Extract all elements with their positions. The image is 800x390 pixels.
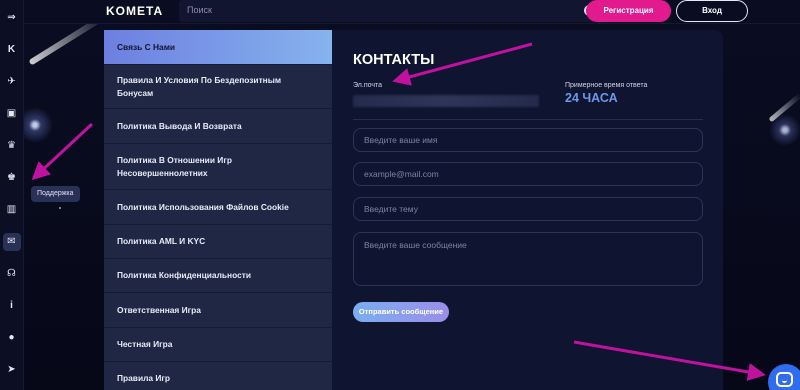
crown-icon[interactable]: ♛ (3, 137, 21, 155)
chat-bubble-icon (776, 372, 793, 387)
headset-icon[interactable]: ☊ (3, 265, 21, 283)
cards-icon[interactable]: ▣ (3, 105, 21, 123)
menu-item-label: Политика В Отношении Игр Несовершеннолет… (117, 154, 232, 178)
page-title: КОНТАКТЫ (353, 52, 435, 68)
language-flag-icon[interactable]: ● (3, 329, 21, 347)
menu-item-label: Политика AML И KYC (117, 236, 206, 246)
contacts-panel: КОНТАКТЫ Эл.почта Примерное время ответа… (332, 30, 723, 390)
rocket-icon[interactable]: ✈ (3, 73, 21, 91)
menu-item[interactable]: Политика AML И KYC (104, 225, 332, 259)
response-time-label: Примерное время ответа (565, 82, 648, 89)
menu-item[interactable]: Политика В Отношении Игр Несовершеннолет… (104, 144, 332, 190)
telegram-icon[interactable]: ➤ (3, 361, 21, 379)
menu-item[interactable]: Политика Вывода И Возврата (104, 109, 332, 144)
menu-item-label: Правила И Условия По Бездепозитным Бонус… (117, 74, 282, 98)
menu-item-label: Связь С Нами (117, 41, 176, 52)
support-icon[interactable]: ✉ (2, 233, 21, 251)
subject-field[interactable] (353, 197, 703, 221)
name-field[interactable] (353, 128, 703, 152)
tournament-icon[interactable]: ▥ (3, 201, 21, 219)
register-button[interactable]: Регистрация (586, 0, 671, 22)
menu-item[interactable]: Правила Игр (104, 362, 332, 390)
menu-item-label: Правила Игр (117, 373, 171, 383)
search-bar[interactable]: Поиск (179, 0, 603, 22)
message-field[interactable] (353, 232, 703, 286)
response-time-value: 24 ЧАСА (565, 91, 618, 105)
kometa-logo[interactable]: KOMETA (106, 4, 163, 18)
email-field[interactable] (353, 162, 703, 186)
login-button[interactable]: Вход (676, 0, 748, 22)
left-sidebar: ⇒ K ✈ ▣ ♛ ♚ ▥ ✉ ☊ i ● ➤ (0, 0, 24, 390)
menu-item-label: Политика Использования Файлов Cookie (117, 201, 289, 212)
k-logo-icon[interactable]: K (3, 41, 21, 59)
menu-item[interactable]: Ответственная Игра (104, 293, 332, 328)
menu-item-label: Политика Вывода И Возврата (117, 120, 242, 131)
trophy-icon[interactable]: ♚ (3, 169, 21, 187)
tooltip-dot (59, 207, 61, 209)
divider (353, 119, 703, 120)
live-chat-button[interactable] (768, 364, 800, 390)
menu-item-label: Честная Игра (117, 339, 173, 349)
info-menu: Связь С Нами Правила И Условия По Бездепо… (104, 30, 332, 390)
menu-item[interactable]: Правила И Условия По Бездепозитным Бонус… (104, 65, 332, 109)
menu-item[interactable]: Политика Использования Файлов Cookie (104, 190, 332, 225)
menu-item[interactable]: Честная Игра (104, 328, 332, 362)
email-label: Эл.почта (353, 82, 383, 89)
menu-item[interactable]: Политика Конфиденциальности (104, 259, 332, 293)
menu-item-label: Ответственная Игра (117, 304, 201, 315)
info-icon[interactable]: i (3, 297, 21, 315)
menu-item[interactable]: Связь С Нами (104, 30, 332, 65)
support-tooltip: Поддержка (31, 186, 80, 202)
expand-arrow-icon[interactable]: ⇒ (3, 9, 21, 27)
search-input[interactable]: Поиск (187, 5, 212, 15)
top-header: KOMETA Поиск Регистрация Вход (24, 0, 800, 24)
email-value-blurred (353, 95, 539, 107)
menu-item-label: Политика Конфиденциальности (117, 270, 252, 280)
send-message-button[interactable]: Отправить сообщение (353, 302, 449, 322)
